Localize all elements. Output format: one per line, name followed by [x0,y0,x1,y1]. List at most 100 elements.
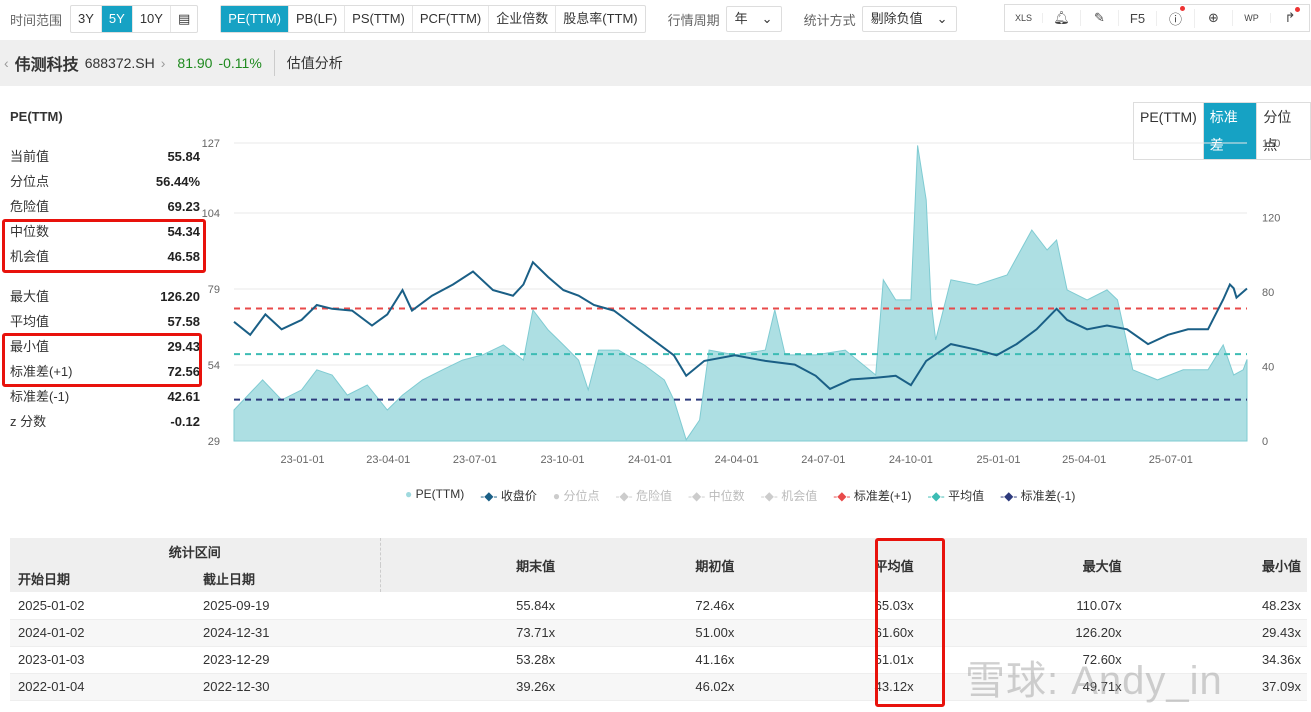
f5-refresh-button[interactable]: F5 [1119,10,1157,26]
tab-ps-ttm[interactable]: PS(TTM) [345,6,413,32]
stat-method-label: 统计方式 [803,12,856,28]
x-axis-tick: 24-04-01 [715,454,759,466]
period-select[interactable]: 年 ⌄ [725,6,782,32]
left-axis-tick: 29 [208,436,220,448]
range-3y[interactable]: 3Y [71,6,102,32]
xls-export-icon[interactable]: XLS [1005,13,1043,23]
table-cell: 41.16x [561,646,741,674]
stock-code: 688372.SH [84,55,155,71]
edit-icon[interactable]: ✎ [1081,10,1119,26]
range-10y[interactable]: 10Y [133,6,171,32]
table-cell: 2024-12-31 [195,619,380,647]
legend-marker-icon: -◆- [760,489,778,503]
tab-pb-lf[interactable]: PB(LF) [289,6,346,32]
stock-name: 伟测科技 [14,57,79,74]
tab-ev-multiple[interactable]: 企业倍数 [489,6,557,32]
col-end-value: 期末值 [380,538,562,592]
legend-item[interactable]: -◆- 收盘价 [480,487,537,504]
col-end-date: 截止日期 [195,565,381,592]
table-cell: 2024-01-02 [10,619,195,647]
legend-item[interactable]: -◆- 机会值 [761,487,818,504]
tab-pcf-ttm[interactable]: PCF(TTM) [413,6,490,32]
range-5y[interactable]: 5Y [101,6,133,32]
x-axis-tick: 23-10-01 [540,454,584,466]
tab-dividend-yield[interactable]: 股息率(TTM) [556,6,644,32]
legend-item[interactable]: ● 分位点 [553,487,600,504]
right-axis-tick: 80 [1262,287,1274,299]
wp-icon[interactable]: WP [1233,13,1271,23]
highlight-box [875,538,945,707]
table-cell: 2025-09-19 [195,592,380,620]
table-cell: 53.28x [380,646,562,674]
table-cell: 110.07x [919,592,1128,620]
legend-marker-icon: ● [552,489,561,503]
x-axis-tick: 24-10-01 [889,454,933,466]
right-axis-tick: 160 [1262,138,1280,150]
pe-area [233,145,1248,442]
table-cell: 2022-01-04 [10,673,195,701]
add-icon[interactable]: ⊕ [1195,10,1233,26]
legend-marker-icon: -◆- [927,489,945,503]
legend-marker-icon: ● [405,487,413,501]
share-icon[interactable]: ↱ [1271,7,1309,26]
calendar-icon[interactable]: ▤ [171,6,197,32]
table-cell: 55.84x [380,592,562,620]
x-axis-tick: 25-04-01 [1062,454,1106,466]
table-cell: 39.26x [380,673,562,701]
x-axis-tick: 25-07-01 [1149,454,1193,466]
right-axis-tick: 0 [1262,436,1268,448]
watermark: 雪球: Andy_in [965,659,1223,703]
legend-item[interactable]: -◆- 标准差(-1) [1000,487,1075,504]
table-cell: 2025-01-02 [10,592,195,620]
stock-header: ‹ 伟测科技 688372.SH › 81.90 -0.11% 估值分析 [0,40,1311,86]
table-cell: 46.02x [561,673,741,701]
x-axis-tick: 23-04-01 [366,454,410,466]
table-row: 2024-01-02 2024-12-31 73.71x 51.00x 61.60x 12… [10,619,1307,647]
valuation-chart[interactable]: 29 54 79 104 127 0 40 80 120 160 23-01-01 23-04-01 2… [0,130,1311,480]
table-cell: 2023-01-03 [10,646,195,674]
tab-pe-ttm[interactable]: PE(TTM) [221,6,289,32]
table-cell: 2023-12-29 [195,646,380,674]
x-axis-tick: 23-01-01 [281,454,325,466]
left-axis-tick: 104 [202,208,220,220]
legend-item[interactable]: -◆- 平均值 [928,487,985,504]
bell-icon[interactable]: 🔔︎ [1043,10,1081,26]
table-row: 2025-01-02 2025-09-19 55.84x 72.46x 65.03x 11… [10,592,1307,620]
panel-title: PE(TTM) [10,109,63,124]
legend-marker-icon: -◆- [480,489,498,503]
table-cell: 51.00x [561,619,741,647]
range-selector: 3Y 5Y 10Y ▤ [70,5,199,33]
left-axis-tick: 127 [202,138,220,150]
legend-label: 危险值 [636,489,673,503]
divider [273,50,275,76]
col-min: 最小值 [1127,538,1307,592]
period-value: 年 [734,11,748,26]
metric-tabs: PE(TTM) PB(LF) PS(TTM) PCF(TTM) 企业倍数 股息率… [220,5,646,33]
stat-method-value: 剔除负值 [870,11,923,26]
chevron-down-icon: ⌄ [936,11,948,26]
col-start-value: 期初值 [561,538,741,592]
legend-marker-icon: -◆- [1000,489,1018,503]
left-axis-tick: 79 [208,284,220,296]
period-label: 行情周期 [667,12,720,28]
next-stock-icon[interactable]: › [161,55,166,71]
legend-label: 分位点 [563,489,600,503]
col-max: 最大值 [919,538,1128,592]
legend-item[interactable]: -◆- 危险值 [615,487,672,504]
legend-label: 中位数 [708,489,745,503]
x-axis-tick: 23-07-01 [453,454,497,466]
col-start-date: 开始日期 [10,565,195,592]
stat-method-select[interactable]: 剔除负值 ⌄ [861,6,957,32]
prev-stock-icon[interactable]: ‹ [4,55,9,71]
stock-change: -0.11% [218,55,262,71]
section-title: 估值分析 [286,55,343,71]
x-axis-tick: 25-01-01 [976,454,1020,466]
legend-item[interactable]: ● PE(TTM) [405,487,464,504]
legend-item[interactable]: -◆- 中位数 [688,487,745,504]
stock-price: 81.90 [177,55,213,71]
legend-marker-icon: -◆- [833,489,851,503]
table-cell: 72.46x [561,592,741,620]
table-cell: 2022-12-30 [195,673,380,701]
legend-item[interactable]: -◆- 标准差(+1) [833,487,911,504]
help-icon[interactable]: ⓘ [1157,5,1195,28]
